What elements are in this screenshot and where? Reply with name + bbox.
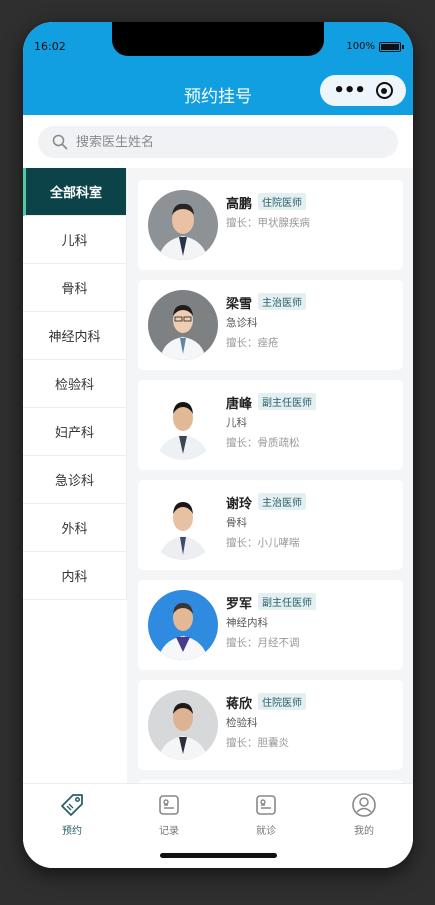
dept-item-orthopedics[interactable]: 骨科 — [23, 264, 127, 312]
doctor-title-badge: 副主任医师 — [258, 393, 316, 410]
doctor-card[interactable]: 高鹏 住院医师 擅长：甲状腺疾病 — [138, 180, 403, 270]
doctor-specialty: 擅长：胆囊炎 — [226, 737, 289, 749]
home-indicator — [160, 853, 277, 858]
doctor-specialty: 擅长：骨质疏松 — [226, 437, 300, 449]
status-battery: 100% — [346, 41, 404, 52]
dept-item-laboratory[interactable]: 检验科 — [23, 360, 127, 408]
doctor-avatar — [148, 590, 218, 660]
tab-appointment[interactable]: 预约 — [42, 792, 102, 837]
doctor-avatar — [148, 290, 218, 360]
department-sidebar: 全部科室 儿科 骨科 神经内科 检验科 妇产科 急诊科 外科 内科 — [23, 168, 127, 783]
doctor-card[interactable]: 谢玲 主治医师 骨科 擅长：小儿哮喘 — [138, 480, 403, 570]
tab-label: 就诊 — [256, 826, 276, 837]
doctor-list: 高鹏 住院医师 擅长：甲状腺疾病 梁雪 主治医师 急诊科 擅长：痤疮 唐峰 副主… — [127, 168, 413, 783]
doctor-department: 检验科 — [226, 717, 258, 729]
notch — [112, 22, 324, 56]
search-icon — [52, 134, 68, 150]
doctor-title-badge: 主治医师 — [258, 493, 306, 510]
profile-icon — [352, 793, 376, 817]
doctor-card[interactable]: 蒋欣 住院医师 检验科 擅长：胆囊炎 — [138, 680, 403, 770]
search-box[interactable] — [38, 126, 398, 158]
dept-item-emergency[interactable]: 急诊科 — [23, 456, 127, 504]
dept-item-all[interactable]: 全部科室 — [23, 168, 127, 216]
record-icon — [159, 795, 179, 815]
doctor-avatar — [148, 690, 218, 760]
tab-visits[interactable]: 就诊 — [236, 792, 296, 837]
dept-item-neurology[interactable]: 神经内科 — [23, 312, 127, 360]
doctor-department: 急诊科 — [226, 317, 258, 329]
doctor-name: 高鹏 — [226, 197, 253, 212]
tab-label: 预约 — [62, 826, 82, 837]
doctor-title-badge: 住院医师 — [258, 193, 306, 210]
doctor-title-badge: 住院医师 — [258, 693, 306, 710]
dept-item-pediatrics[interactable]: 儿科 — [23, 216, 127, 264]
visit-icon — [256, 795, 276, 815]
battery-icon — [379, 41, 404, 52]
search-input[interactable] — [76, 134, 356, 150]
doctor-name: 蒋欣 — [226, 697, 253, 712]
doctor-avatar — [148, 490, 218, 560]
doctor-specialty: 擅长：小儿哮喘 — [226, 537, 300, 549]
doctor-name: 谢玲 — [226, 497, 253, 512]
status-time: 16:02 — [34, 40, 66, 53]
tag-icon — [61, 794, 83, 816]
doctor-department: 儿科 — [226, 417, 247, 429]
doctor-name: 唐峰 — [226, 397, 253, 412]
battery-percent: 100% — [346, 41, 375, 52]
doctor-specialty: 擅长：甲状腺疾病 — [226, 217, 310, 229]
close-target-icon[interactable] — [375, 82, 393, 99]
more-icon[interactable]: ••• — [333, 81, 366, 100]
doctor-card[interactable]: 梁雪 主治医师 急诊科 擅长：痤疮 — [138, 280, 403, 370]
doctor-avatar — [148, 190, 218, 260]
tab-records[interactable]: 记录 — [139, 792, 199, 837]
phone-screen: 16:02 100% 预约挂号 ••• 全部科室 儿科 骨科 神经内科 检验科 … — [23, 22, 413, 868]
dept-item-surgery[interactable]: 外科 — [23, 504, 127, 552]
mini-program-capsule[interactable]: ••• — [320, 75, 406, 106]
dept-item-obstetrics[interactable]: 妇产科 — [23, 408, 127, 456]
search-bar — [23, 115, 413, 168]
doctor-name: 罗军 — [226, 597, 253, 612]
doctor-title-badge: 主治医师 — [258, 293, 306, 310]
dept-item-internal[interactable]: 内科 — [23, 552, 127, 600]
doctor-avatar — [148, 390, 218, 460]
top-bar: 16:02 100% 预约挂号 ••• — [23, 22, 413, 115]
doctor-specialty: 擅长：月经不调 — [226, 637, 300, 649]
tab-profile[interactable]: 我的 — [334, 792, 394, 837]
doctor-department: 神经内科 — [226, 617, 268, 629]
tab-label: 我的 — [354, 826, 374, 837]
doctor-title-badge: 副主任医师 — [258, 593, 316, 610]
doctor-card[interactable]: 唐峰 副主任医师 儿科 擅长：骨质疏松 — [138, 380, 403, 470]
doctor-card[interactable]: 罗军 副主任医师 神经内科 擅长：月经不调 — [138, 580, 403, 670]
doctor-name: 梁雪 — [226, 297, 253, 312]
doctor-specialty: 擅长：痤疮 — [226, 337, 279, 349]
doctor-department: 骨科 — [226, 517, 247, 529]
tab-label: 记录 — [159, 826, 179, 837]
